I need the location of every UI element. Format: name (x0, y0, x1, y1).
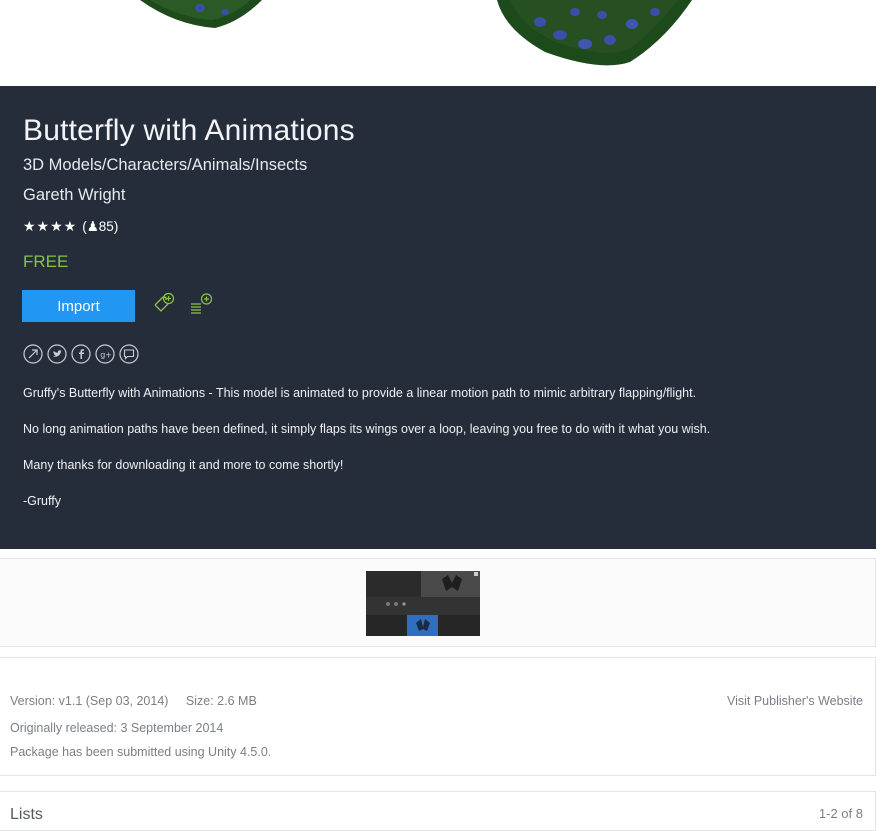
lists-section: Lists 1-2 of 8 (0, 791, 876, 831)
asset-description: Gruffy's Butterfly with Animations - Thi… (23, 386, 863, 530)
asset-details: Version: v1.1 (Sep 03, 2014) Size: 2.6 M… (0, 657, 876, 776)
screenshot-thumbnail[interactable] (366, 571, 480, 636)
hero-image (0, 0, 876, 86)
description-paragraph: No long animation paths have been define… (23, 422, 711, 436)
unity-version-text: Package has been submitted using Unity 4… (10, 745, 272, 759)
facebook-icon[interactable] (71, 344, 91, 364)
add-to-list-icon[interactable] (188, 291, 214, 317)
publisher-link[interactable]: Gareth Wright (23, 186, 125, 205)
price-label: FREE (23, 252, 69, 271)
add-to-wishlist-icon[interactable] (150, 291, 176, 317)
screenshot-gallery (0, 558, 876, 647)
rating-stars: ★★★★ (23, 218, 78, 234)
publisher-website-link[interactable]: Visit Publisher's Website (727, 694, 863, 708)
comment-icon[interactable] (119, 344, 139, 364)
description-paragraph: -Gruffy (23, 494, 61, 508)
import-button[interactable]: Import (22, 290, 135, 322)
asset-info-panel: Butterfly with Animations 3D Models/Char… (0, 86, 876, 549)
rating[interactable]: ★★★★ (♟85) (23, 218, 118, 235)
share-icon[interactable] (23, 344, 43, 364)
twitter-icon[interactable] (47, 344, 67, 364)
lists-range: 1-2 of 8 (818, 806, 863, 821)
release-date-text: Originally released: 3 September 2014 (10, 721, 224, 735)
asset-title: Butterfly with Animations (23, 114, 355, 147)
description-paragraph: Gruffy's Butterfly with Animations - Thi… (23, 386, 697, 400)
svg-text:g+: g+ (100, 351, 112, 360)
google-plus-icon[interactable]: g+ (95, 344, 115, 364)
asset-category-link[interactable]: 3D Models/Characters/Animals/Insects (23, 156, 307, 175)
description-paragraph: Many thanks for downloading it and more … (23, 458, 344, 472)
butterfly-wings-image (140, 0, 692, 66)
version-text: Version: v1.1 (Sep 03, 2014) (10, 694, 169, 708)
lists-heading: Lists (10, 806, 43, 823)
social-share-bar: g+ (23, 344, 139, 364)
size-text: Size: 2.6 MB (185, 694, 257, 708)
rating-count: (♟85) (82, 218, 119, 234)
version-size-row: Version: v1.1 (Sep 03, 2014) Size: 2.6 M… (10, 694, 257, 708)
